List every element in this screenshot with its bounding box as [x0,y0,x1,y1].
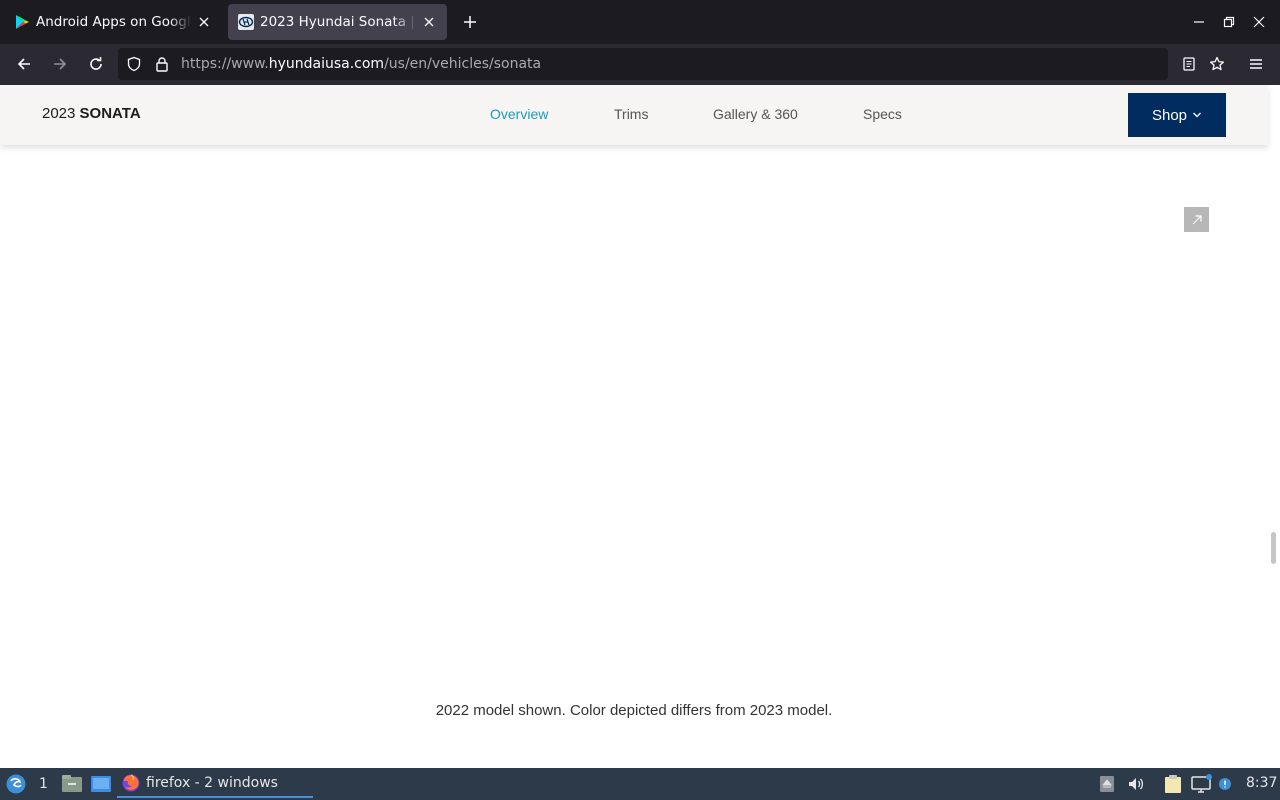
close-window-button[interactable] [1249,12,1269,32]
back-button[interactable] [12,52,36,76]
subnav-link-gallery[interactable]: Gallery & 360 [713,106,798,122]
desktop-launcher[interactable] [90,772,112,796]
star-icon [1209,56,1225,71]
new-tab-button[interactable] [458,10,482,34]
back-arrow-icon [17,58,30,70]
file-manager-launcher[interactable] [61,772,83,796]
workspace-indicator[interactable]: 1 [39,772,48,796]
task-label: firefox - 2 windows [146,775,278,791]
shield-icon[interactable] [126,56,142,72]
hamburger-menu-icon [1250,59,1262,69]
close-icon [1253,16,1265,28]
subnav-link-overview[interactable]: Overview [490,106,548,122]
reader-view-button[interactable] [1177,52,1201,76]
subnav-link-specs[interactable]: Specs [863,106,902,122]
taskbar-firefox-task[interactable]: firefox - 2 windows [117,770,313,798]
tray-updates[interactable] [1099,772,1115,796]
tab-strip: Android Apps on Google Play 2023 Hyundai… [0,0,1280,44]
expand-arrow-icon [1192,214,1202,224]
taskbar-clock[interactable]: 8:37 [1246,775,1277,791]
web-page: 2023 SONATA Overview Trims Gallery & 360… [0,85,1280,768]
plus-icon [464,16,476,28]
tab-google-play[interactable]: Android Apps on Google Play [4,4,222,40]
url-bar[interactable]: https://www.hyundaiusa.com/us/en/vehicle… [118,48,1168,80]
app-menu-button[interactable] [1244,52,1268,76]
tab-hyundai-sonata[interactable]: 2023 Hyundai Sonata | Midsize Sedan [228,4,447,40]
hyundai-logo-icon [238,14,254,30]
tray-clipboard[interactable] [1163,772,1183,796]
eject-icon [1100,776,1114,792]
url-text[interactable]: https://www.hyundaiusa.com/us/en/vehicle… [181,56,541,72]
reader-view-icon [1183,57,1195,71]
close-tab-icon[interactable] [196,14,212,30]
chevron-down-icon [1193,112,1201,118]
tray-notification[interactable] [1218,772,1232,796]
navigation-toolbar: https://www.hyundaiusa.com/us/en/vehicle… [0,44,1280,85]
start-menu-button[interactable] [5,772,27,796]
file-manager-icon [62,775,82,792]
page-scrollbar[interactable] [1271,532,1276,564]
subnav-link-trims[interactable]: Trims [614,106,648,122]
model-title[interactable]: 2023 SONATA [42,105,141,122]
shop-label: Shop [1151,106,1188,124]
desktop-icon [91,776,111,792]
system-taskbar: 1 firefox - 2 windows 8:37 [0,768,1280,800]
reload-button[interactable] [84,52,108,76]
firefox-icon [122,774,140,792]
google-play-icon [16,15,29,29]
bookmark-button[interactable] [1205,52,1229,76]
network-icon [1191,774,1212,793]
vehicle-subnav: 2023 SONATA Overview Trims Gallery & 360… [0,85,1268,145]
info-icon [1219,778,1231,790]
restore-icon [1223,16,1235,28]
tab-title: 2023 Hyundai Sonata | Midsize Sedan [260,14,417,30]
shop-button[interactable]: Shop [1128,93,1226,137]
lock-icon[interactable] [154,56,170,72]
tray-volume[interactable] [1127,772,1145,796]
tray-network[interactable] [1190,772,1212,796]
forward-button[interactable] [48,52,72,76]
clipboard-icon [1165,775,1181,793]
reload-icon [90,57,102,70]
restore-button[interactable] [1219,12,1239,32]
image-caption: 2022 model shown. Color depicted differs… [435,702,833,719]
expand-button[interactable] [1184,207,1209,232]
minimize-button[interactable] [1189,12,1209,32]
forward-arrow-icon [54,58,67,70]
close-tab-icon[interactable] [421,14,437,30]
volume-icon [1129,778,1144,790]
tab-title: Android Apps on Google Play [36,14,192,30]
start-menu-icon [6,774,26,794]
minimize-icon [1194,21,1204,23]
